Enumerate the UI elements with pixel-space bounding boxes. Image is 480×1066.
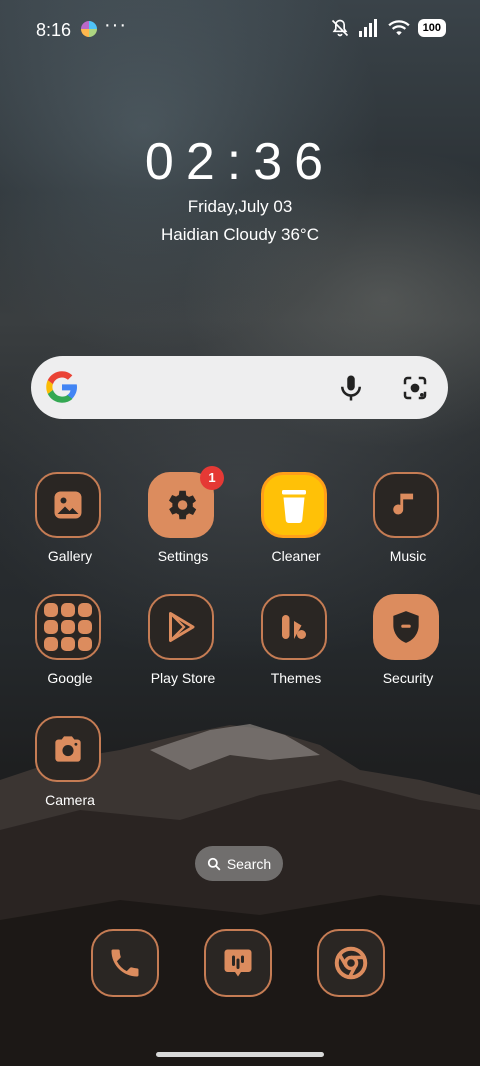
clock-time[interactable]: 02:36 <box>0 132 480 192</box>
app-label: Cleaner <box>271 548 321 564</box>
google-search-bar[interactable] <box>31 356 448 419</box>
message-icon <box>224 949 252 977</box>
app-label: Camera <box>45 792 95 808</box>
dock-chrome[interactable] <box>317 929 385 997</box>
status-bar: 8:16 ··· 100 <box>0 0 480 60</box>
folder-grid <box>44 603 92 651</box>
app-google-folder[interactable]: Google <box>14 594 126 704</box>
app-label: Themes <box>270 670 322 686</box>
app-play-store[interactable]: Play Store <box>127 594 239 704</box>
shield-icon <box>373 594 439 660</box>
google-folder-icon <box>35 594 101 660</box>
gallery-icon <box>35 472 101 538</box>
app-label: Play Store <box>150 670 216 686</box>
app-cleaner[interactable]: Cleaner <box>240 472 352 582</box>
chrome-icon <box>334 946 368 980</box>
phone-icon <box>111 949 139 977</box>
status-time: 8:16 <box>36 20 72 40</box>
app-label: Security <box>382 670 434 686</box>
app-gallery[interactable]: Gallery <box>14 472 126 582</box>
app-music[interactable]: Music <box>352 472 464 582</box>
status-right-icons: 100 <box>330 18 446 38</box>
themes-icon <box>261 594 327 660</box>
app-settings[interactable]: 1 Settings <box>127 466 239 582</box>
status-overflow-icon: ··· <box>104 14 127 36</box>
trash-icon <box>261 472 327 538</box>
app-search-pill[interactable]: Search <box>195 846 283 881</box>
app-label: Gallery <box>47 548 93 564</box>
battery-icon: 100 <box>417 19 446 37</box>
google-logo-icon <box>46 371 77 403</box>
clock-date[interactable]: Friday,July 03 <box>0 197 480 217</box>
app-security[interactable]: Security <box>352 594 464 704</box>
music-note-icon <box>373 472 439 538</box>
mic-icon[interactable] <box>336 373 366 403</box>
notification-badge: 1 <box>200 466 224 490</box>
camera-icon <box>35 716 101 782</box>
app-label: Settings <box>157 548 209 564</box>
search-icon <box>207 857 221 870</box>
dock-messages[interactable] <box>204 929 272 997</box>
app-themes[interactable]: Themes <box>240 594 352 704</box>
search-pill-label: Search <box>226 855 272 872</box>
mute-icon <box>331 19 348 37</box>
app-label: Google <box>47 670 93 686</box>
app-camera[interactable]: Camera <box>14 716 126 826</box>
status-app-icon <box>81 21 97 37</box>
app-label: Music <box>389 548 427 564</box>
wifi-icon <box>387 20 410 36</box>
dock-phone[interactable] <box>91 929 159 997</box>
gesture-nav-bar[interactable] <box>156 1052 324 1057</box>
signal-icon <box>358 19 377 37</box>
lens-icon[interactable] <box>400 373 430 403</box>
weather-text[interactable]: Haidian Cloudy 36°C <box>0 225 480 245</box>
play-store-icon <box>148 594 214 660</box>
